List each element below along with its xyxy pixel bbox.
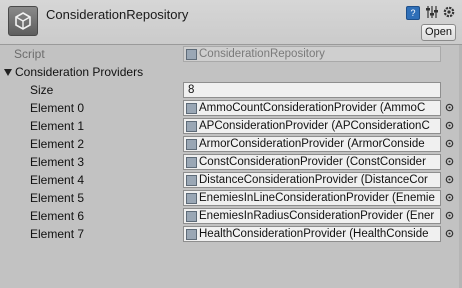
element-row: Element 5 EnemiesInLineConsiderationProv… [0, 189, 462, 207]
size-label: Size [30, 83, 54, 97]
size-input[interactable]: 8 [183, 82, 441, 98]
object-field-value: APConsiderationProvider (APConsideration… [199, 120, 430, 132]
object-picker-icon[interactable] [445, 229, 454, 238]
object-field[interactable]: APConsiderationProvider (APConsideration… [183, 118, 441, 134]
script-field: ConsiderationRepository [183, 46, 441, 62]
element-label: Element 5 [30, 191, 85, 205]
unity-asset-icon [8, 6, 38, 36]
object-picker-icon[interactable] [445, 211, 454, 220]
script-object-icon [186, 103, 197, 114]
element-label: Element 7 [30, 227, 85, 241]
element-label: Element 6 [30, 209, 85, 223]
element-label: Element 2 [30, 137, 85, 151]
script-value: ConsiderationRepository [199, 48, 325, 60]
object-field-value: EnemiesInLineConsiderationProvider (Enem… [199, 192, 435, 204]
object-picker-icon[interactable] [445, 121, 454, 130]
object-field-value: DistanceConsiderationProvider (DistanceC… [199, 174, 428, 186]
script-file-icon [186, 49, 197, 60]
element-label: Element 4 [30, 173, 85, 187]
script-object-icon [186, 139, 197, 150]
help-book-icon[interactable]: ? [406, 6, 420, 20]
element-row: Element 6 EnemiesInRadiusConsiderationPr… [0, 207, 462, 225]
size-row: Size 8 [0, 81, 462, 99]
object-picker-icon[interactable] [445, 139, 454, 148]
object-field-value: AmmoCountConsiderationProvider (AmmoC [199, 102, 426, 114]
foldout-label: Consideration Providers [15, 65, 144, 79]
foldout-arrow-icon[interactable] [4, 69, 12, 76]
object-picker-icon[interactable] [445, 193, 454, 202]
object-field[interactable]: EnemiesInLineConsiderationProvider (Enem… [183, 190, 441, 206]
script-object-icon [186, 229, 197, 240]
object-field[interactable]: EnemiesInRadiusConsiderationProvider (En… [183, 208, 441, 224]
element-row: Element 7 HealthConsiderationProvider (H… [0, 225, 462, 243]
object-picker-icon[interactable] [445, 175, 454, 184]
script-object-icon [186, 175, 197, 186]
element-label: Element 3 [30, 155, 85, 169]
object-field[interactable]: HealthConsiderationProvider (HealthConsi… [183, 226, 441, 242]
object-field[interactable]: DistanceConsiderationProvider (DistanceC… [183, 172, 441, 188]
size-value: 8 [188, 84, 195, 96]
object-picker-icon[interactable] [445, 103, 454, 112]
preset-sliders-icon[interactable] [425, 5, 439, 19]
element-label: Element 1 [30, 119, 85, 133]
element-row: Element 2 ArmorConsiderationProvider (Ar… [0, 135, 462, 153]
inspector-header: ConsiderationRepository ? Open [0, 0, 462, 45]
object-field-value: EnemiesInRadiusConsiderationProvider (En… [199, 210, 435, 222]
script-object-icon [186, 157, 197, 168]
script-object-icon [186, 121, 197, 132]
element-label: Element 0 [30, 101, 85, 115]
open-button[interactable]: Open [421, 24, 456, 41]
element-row: Element 4 DistanceConsiderationProvider … [0, 171, 462, 189]
consideration-providers-foldout[interactable]: Consideration Providers [0, 63, 462, 81]
object-field-value: HealthConsiderationProvider (HealthConsi… [199, 228, 429, 240]
object-picker-icon[interactable] [445, 157, 454, 166]
object-field[interactable]: AmmoCountConsiderationProvider (AmmoC [183, 100, 441, 116]
element-row: Element 3 ConstConsiderationProvider (Co… [0, 153, 462, 171]
script-object-icon [186, 193, 197, 204]
asset-title: ConsiderationRepository [46, 7, 189, 22]
script-row: Script ConsiderationRepository [0, 45, 462, 63]
element-row: Element 0 AmmoCountConsiderationProvider… [0, 99, 462, 117]
object-field[interactable]: ArmorConsiderationProvider (ArmorConside [183, 136, 441, 152]
object-field[interactable]: ConstConsiderationProvider (ConstConside… [183, 154, 441, 170]
object-field-value: ConstConsiderationProvider (ConstConside… [199, 156, 426, 168]
script-label: Script [14, 47, 45, 61]
object-field-value: ArmorConsiderationProvider (ArmorConside [199, 138, 425, 150]
gear-icon[interactable] [442, 5, 456, 19]
element-row: Element 1 APConsiderationProvider (APCon… [0, 117, 462, 135]
script-object-icon [186, 211, 197, 222]
